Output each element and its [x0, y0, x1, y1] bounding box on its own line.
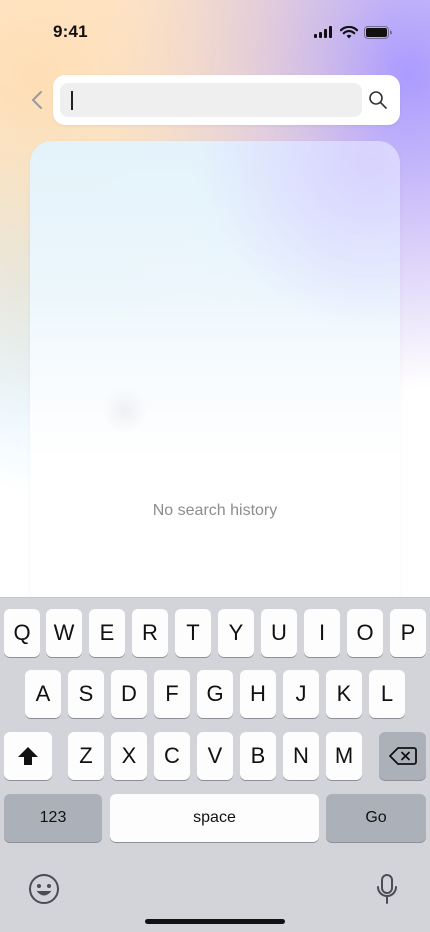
shift-icon: [18, 747, 38, 765]
key-q[interactable]: Q: [4, 609, 40, 657]
key-g[interactable]: G: [197, 670, 233, 718]
empty-history-message: No search history: [152, 502, 278, 519]
key-k[interactable]: K: [326, 670, 362, 718]
key-r[interactable]: R: [132, 609, 168, 657]
keyboard: Q W E R T Y U I O P A S D F G H J K L Z …: [0, 597, 430, 932]
key-e[interactable]: E: [89, 609, 125, 657]
microphone-icon: [377, 874, 397, 904]
backspace-icon: [388, 747, 417, 765]
back-button[interactable]: [27, 88, 47, 112]
empty-state-illustration: [102, 387, 148, 433]
battery-icon: [364, 25, 392, 39]
emoji-button[interactable]: [27, 872, 61, 906]
key-n[interactable]: N: [283, 732, 319, 780]
space-key[interactable]: space: [110, 794, 319, 842]
key-v[interactable]: V: [197, 732, 233, 780]
key-x[interactable]: X: [111, 732, 147, 780]
text-caret: [71, 91, 73, 110]
chevron-left-icon: [32, 91, 42, 109]
key-c[interactable]: C: [154, 732, 190, 780]
search-icon: [369, 91, 387, 109]
go-key[interactable]: Go: [326, 794, 426, 842]
key-t[interactable]: T: [175, 609, 211, 657]
shift-key[interactable]: [4, 732, 52, 780]
key-m[interactable]: M: [326, 732, 362, 780]
key-h[interactable]: H: [240, 670, 276, 718]
key-j[interactable]: J: [283, 670, 319, 718]
key-l[interactable]: L: [369, 670, 405, 718]
emoji-icon: [29, 874, 59, 904]
delete-key[interactable]: [379, 732, 426, 780]
cellular-signal-icon: [314, 26, 332, 38]
search-input[interactable]: [60, 83, 362, 117]
search-history-panel: No search history: [30, 141, 400, 611]
key-p[interactable]: P: [390, 609, 426, 657]
key-b[interactable]: B: [240, 732, 276, 780]
key-i[interactable]: I: [304, 609, 340, 657]
search-button[interactable]: [368, 90, 388, 110]
numbers-key[interactable]: 123: [4, 794, 102, 842]
status-bar: 9:41: [0, 0, 430, 60]
key-o[interactable]: O: [347, 609, 383, 657]
key-y[interactable]: Y: [218, 609, 254, 657]
key-f[interactable]: F: [154, 670, 190, 718]
status-icons: [314, 24, 392, 40]
key-a[interactable]: A: [25, 670, 61, 718]
wifi-icon: [340, 25, 358, 38]
key-z[interactable]: Z: [68, 732, 104, 780]
key-w[interactable]: W: [46, 609, 82, 657]
key-d[interactable]: D: [111, 670, 147, 718]
key-s[interactable]: S: [68, 670, 104, 718]
status-time: 9:41: [53, 22, 88, 41]
key-u[interactable]: U: [261, 609, 297, 657]
search-bar: [53, 75, 400, 125]
home-indicator: [145, 919, 285, 924]
microphone-button[interactable]: [370, 872, 404, 906]
